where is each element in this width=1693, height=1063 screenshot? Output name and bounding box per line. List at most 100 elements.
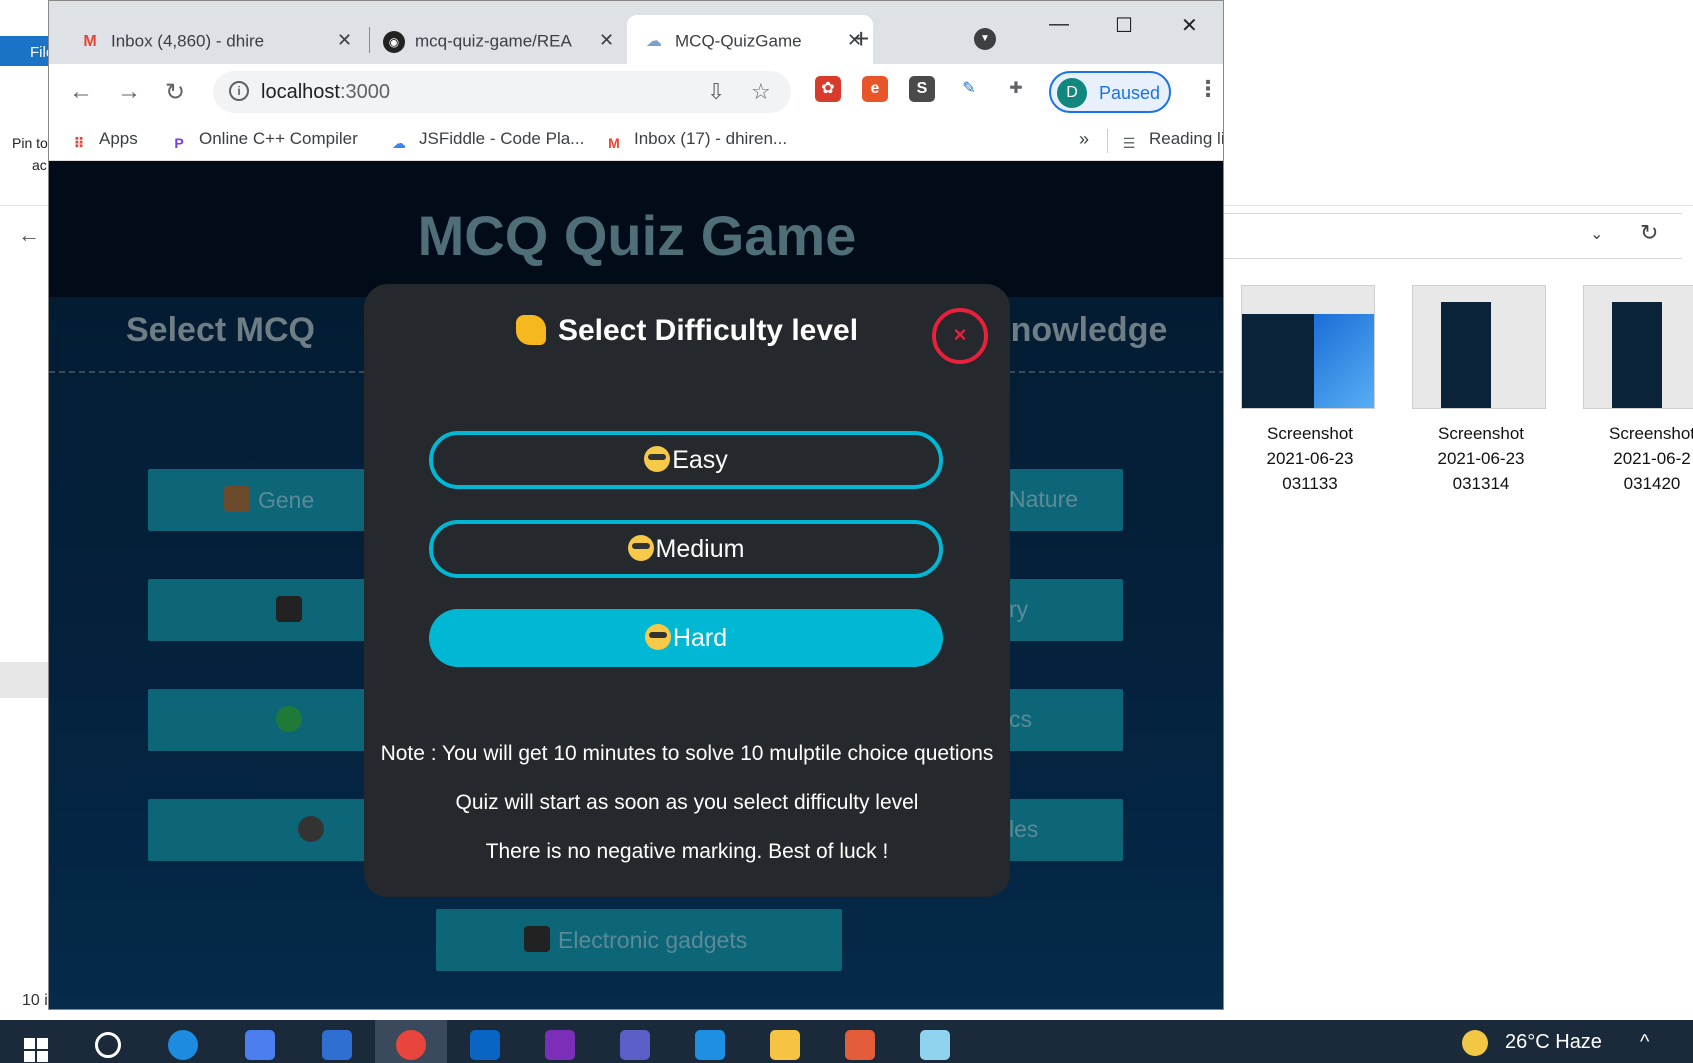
tab-label: MCQ-QuizGame [675,31,802,51]
sunglasses-face-icon [644,624,671,650]
close-icon[interactable]: ✕ [599,30,614,51]
category-button-electronic-gadgets[interactable]: Electronic gadgets [436,909,842,971]
difficulty-hard-button[interactable]: Hard [429,609,943,667]
bookmark-jsfiddle[interactable]: ☁ JSFiddle - Code Pla... [389,129,584,153]
page-title: MCQ Quiz Game [417,204,857,267]
address-bar[interactable]: i localhost:3000 ⇩ ☆ [213,71,791,113]
network-app-icon[interactable] [322,1030,352,1060]
search-icon[interactable] [95,1032,121,1058]
modal-note-marking: There is no negative marking. Best of lu… [485,840,889,863]
windows-start-icon[interactable] [24,1038,48,1062]
thumbnail-caption: Screenshot 2021-06-2 031420 [1577,421,1693,496]
difficulty-label: Hard [672,624,728,652]
caption-line: 031314 [1452,474,1510,493]
difficulty-label: Medium [655,535,745,563]
url-text[interactable]: localhost:3000 [261,81,390,104]
books-icon [224,486,250,512]
install-icon[interactable]: ⇩ [707,79,725,105]
url-host: localhost [261,81,340,103]
jsfiddle-icon: ☁ [392,135,406,151]
bookmark-label: JSFiddle - Code Pla... [419,129,585,148]
tab-search-icon[interactable]: ▼ [974,28,996,50]
menu-kebab-icon[interactable]: ⋮ [1197,76,1219,102]
difficulty-label: Easy [672,446,728,474]
chrome-icon[interactable] [396,1030,426,1060]
notepad-app-icon[interactable] [920,1030,950,1060]
forward-icon[interactable]: → [117,78,141,106]
reading-list-button[interactable]: ☰ Reading list [1119,129,1224,153]
extension-s-icon[interactable]: S [909,76,935,102]
extension-bug-icon[interactable]: ✿ [815,76,841,102]
explorer-pin-label: Pin to ac [12,132,48,176]
chevron-down-icon[interactable]: ⌄ [1590,224,1603,244]
refresh-icon[interactable]: ↻ [1640,220,1658,246]
flexed-biceps-icon [515,315,546,345]
close-icon[interactable]: ✕ [337,30,352,51]
bookmark-star-icon[interactable]: ☆ [751,79,771,105]
pin-label-line-1: Pin to [12,135,48,151]
tab-github[interactable]: ◉ mcq-quiz-game/REA ✕ [383,15,623,64]
chevron-up-icon[interactable]: ^ [1640,1031,1649,1054]
onenote-icon[interactable] [545,1030,575,1060]
extension-pen-icon[interactable]: ✎ [956,76,982,102]
category-label: Nature [1009,486,1079,512]
modal-title-text: Select Difficulty level [557,314,859,347]
extension-e-icon[interactable]: e [862,76,888,102]
back-arrow-icon[interactable]: ← [18,222,40,248]
edge-browser-icon[interactable] [168,1030,198,1060]
cloud-icon: ☁ [646,33,662,50]
outlook-icon[interactable] [470,1030,500,1060]
back-icon[interactable]: ← [69,78,93,106]
thumbnail-image [1583,285,1693,409]
new-tab-button[interactable]: + [853,25,869,53]
modal-close-button[interactable]: × [932,308,988,364]
difficulty-easy-button[interactable]: Easy [429,431,943,489]
tab-divider [369,27,370,53]
monocle-face-icon [627,535,654,561]
file-thumbnail[interactable]: Screenshot 2021-06-2 031420 [1577,285,1693,496]
file-explorer-icon[interactable] [770,1030,800,1060]
file-thumbnail[interactable]: Screenshot 2021-06-23 031314 [1406,285,1556,496]
cube-app-icon[interactable] [245,1030,275,1060]
tab-label: Inbox (4,860) - dhire [111,31,265,51]
caption-line: 031420 [1623,474,1681,493]
apps-grid-icon: ⠿ [73,135,85,151]
window-close-icon[interactable]: ✕ [1181,13,1198,38]
browser-toolbar: ← → ↻ i localhost:3000 ⇩ ☆ ✿ e S ✎ ✚ D P… [49,64,1223,119]
teams-icon[interactable] [620,1030,650,1060]
site-info-icon[interactable]: i [229,81,249,101]
thumbnail-image [1412,285,1546,409]
bookmark-cpp-compiler[interactable]: P Online C++ Compiler [169,129,357,153]
category-label: cs [1009,706,1032,732]
bookmark-apps[interactable]: ⠿ Apps [69,129,138,153]
extensions-puzzle-icon[interactable]: ✚ [1003,76,1029,102]
browser-window: M Inbox (4,860) - dhire ✕ ◉ mcq-quiz-game/… [48,0,1224,1010]
weather-text[interactable]: 26°C Haze [1505,1031,1602,1054]
thumbnail-image [1241,285,1375,409]
bookmark-inbox[interactable]: M Inbox (17) - dhiren... [604,129,787,153]
globe-icon [276,706,302,732]
toolbox-app-icon[interactable] [845,1030,875,1060]
laptop-icon [276,596,302,622]
category-label: Gene [258,487,315,513]
github-icon: ◉ [383,31,405,53]
category-label: Electronic gadgets [558,927,748,953]
caption-line: Screenshot [1267,424,1353,443]
tab-gmail[interactable]: M Inbox (4,860) - dhire ✕ [79,15,359,64]
nerd-face-icon [644,446,671,472]
reading-list-label: Reading list [1149,129,1224,148]
vscode-icon[interactable] [695,1030,725,1060]
minimize-icon[interactable]: — [1049,13,1069,36]
pin-label-line-2: ac [32,157,47,173]
explorer-address-bar[interactable] [1222,213,1682,259]
profile-button[interactable]: D Paused [1049,71,1171,113]
caption-line: Screenshot [1609,424,1693,443]
more-bookmarks-button[interactable]: » [1079,129,1089,150]
tab-mcq-quizgame[interactable]: ☁ MCQ-QuizGame ✕ [627,15,873,64]
reload-icon[interactable]: ↻ [165,78,185,107]
gmail-icon: M [83,33,97,50]
maximize-icon[interactable]: ☐ [1115,13,1133,38]
bookmarks-bar: ⠿ Apps P Online C++ Compiler ☁ JSFiddle - C… [49,119,1224,161]
file-thumbnail[interactable]: Screenshot 2021-06-23 031133 [1235,285,1385,496]
difficulty-medium-button[interactable]: Medium [429,520,943,578]
